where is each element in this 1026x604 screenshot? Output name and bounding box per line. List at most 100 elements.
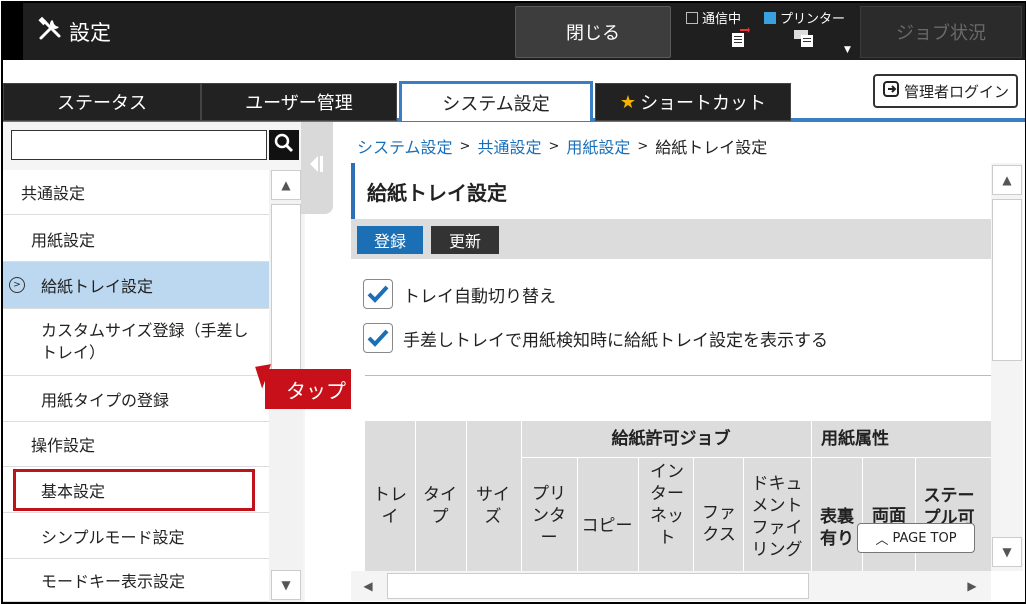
printer-indicator xyxy=(764,11,776,24)
printer-job-icon xyxy=(794,27,816,53)
checkbox-auto-tray-switch[interactable] xyxy=(363,279,393,309)
sidebar-scroll-thumb[interactable] xyxy=(271,204,301,370)
col-type: タイプ xyxy=(423,485,457,527)
content-vertical-scrollbar[interactable]: ▲ ▼ xyxy=(991,163,1023,571)
header-rule xyxy=(693,457,694,571)
col-front-back: 表裏有り xyxy=(820,507,854,549)
tab-system-settings[interactable]: システム設定 xyxy=(399,81,593,121)
menu-item-label: モードキー表示設定 xyxy=(41,572,186,591)
page-top-button[interactable]: ︿ PAGE TOP xyxy=(857,523,975,553)
breadcrumb-current: 給紙トレイ設定 xyxy=(655,138,768,157)
option-label: 手差しトレイで用紙検知時に給紙トレイ設定を表示する xyxy=(403,330,828,351)
status-comm: 通信中 xyxy=(686,8,741,27)
window: 設定 閉じる 通信中 プリンター ▼ ジョブ状況 ステータス ユーザー管理 シス… xyxy=(1,1,1026,604)
menu-item-label: 操作設定 xyxy=(31,436,96,455)
divider xyxy=(365,375,991,376)
header-rule xyxy=(521,421,522,571)
search-button[interactable] xyxy=(269,130,299,160)
menu-item-mode-key-display[interactable]: モードキー表示設定 xyxy=(3,559,269,602)
breadcrumb-separator: > xyxy=(459,138,471,154)
register-button[interactable]: 登録 xyxy=(357,226,423,254)
page-top-label: PAGE TOP xyxy=(892,530,957,546)
breadcrumb-separator: > xyxy=(637,138,649,154)
chevron-down-icon[interactable]: ▼ xyxy=(844,45,851,55)
scroll-right-button[interactable]: ▶ xyxy=(957,571,987,601)
collapse-panel-button[interactable] xyxy=(301,122,333,214)
menu-item-label: 給紙トレイ設定 xyxy=(41,277,154,296)
search-input[interactable] xyxy=(11,130,267,160)
status-comm-label: 通信中 xyxy=(702,12,742,27)
header-rule xyxy=(415,421,416,571)
scroll-down-button[interactable]: ▼ xyxy=(271,570,301,600)
comm-indicator xyxy=(686,11,698,24)
settings-menu: 共通設定 用紙設定 > 給紙トレイ設定 カスタムサイズ登録（手差しトレイ） 用紙… xyxy=(3,170,269,602)
option-auto-tray-switch[interactable]: トレイ自動切り替え xyxy=(363,279,556,309)
header-allowed-jobs: 給紙許可ジョブ xyxy=(611,429,731,449)
check-icon xyxy=(367,285,389,303)
fax-send-icon xyxy=(730,27,750,53)
close-button[interactable]: 閉じる xyxy=(515,6,671,58)
menu-item-simple-mode[interactable]: シンプルモード設定 xyxy=(3,513,269,559)
top-bar: 設定 閉じる 通信中 プリンター ▼ ジョブ状況 xyxy=(3,3,1025,60)
tab-user-management[interactable]: ユーザー管理 xyxy=(201,83,397,121)
login-icon xyxy=(882,80,904,102)
content-scroll-down-button[interactable]: ▼ xyxy=(992,537,1022,567)
page-title: 給紙トレイ設定 xyxy=(351,163,991,219)
menu-item-paper-type[interactable]: 用紙タイプの登録 xyxy=(3,376,269,422)
col-doc-filing: ドキュメントファイリング xyxy=(751,474,803,560)
action-bar: 登録 更新 xyxy=(351,219,991,259)
horizontal-scroll-thumb[interactable] xyxy=(387,573,809,599)
check-icon xyxy=(367,329,389,347)
col-internet: インターネット xyxy=(650,462,684,548)
header-paper-attr: 用紙属性 xyxy=(821,429,889,449)
settings-tools-icon xyxy=(37,16,69,47)
breadcrumb-separator: > xyxy=(548,138,560,154)
content-scroll-up-button[interactable]: ▲ xyxy=(992,165,1022,195)
breadcrumb-system-settings[interactable]: システム設定 xyxy=(357,134,453,158)
menu-item-label: 用紙設定 xyxy=(31,230,96,250)
content-scroll-thumb[interactable] xyxy=(992,199,1022,361)
header-rule xyxy=(743,457,744,571)
app-title-text: 設定 xyxy=(69,20,111,45)
job-status-button[interactable]: ジョブ状況 xyxy=(860,6,1022,58)
tab-status[interactable]: ステータス xyxy=(3,83,201,121)
menu-item-label: カスタムサイズ登録（手差しトレイ） xyxy=(41,321,249,362)
menu-item-operation-settings[interactable]: 操作設定 xyxy=(3,422,269,467)
chevron-up-icon: ︿ xyxy=(875,532,889,548)
top-bar-edge xyxy=(3,3,23,60)
star-icon: ★ xyxy=(619,91,637,113)
app-title: 設定 xyxy=(37,16,111,47)
main-content: 給紙トレイ設定 登録 更新 トレイ自動切り替え 手差しトレイで用紙検知時に給紙ト… xyxy=(351,163,991,571)
col-size: サイズ xyxy=(476,485,510,527)
checkbox-show-tray-on-bypass[interactable] xyxy=(363,323,393,353)
breadcrumb-paper-settings[interactable]: 用紙設定 xyxy=(566,134,630,158)
header-rule xyxy=(811,421,812,571)
breadcrumb-common-settings[interactable]: 共通設定 xyxy=(477,134,541,158)
header-rule xyxy=(521,457,991,458)
highlight-box xyxy=(13,469,255,511)
header-rule xyxy=(466,421,467,571)
admin-login-label: 管理者ログイン xyxy=(903,82,1009,101)
header-rule xyxy=(862,457,863,571)
status-area[interactable]: 通信中 プリンター ▼ xyxy=(686,7,854,57)
content-horizontal-scrollbar[interactable]: ◀ ▶ xyxy=(351,571,991,601)
update-button[interactable]: 更新 xyxy=(431,226,499,254)
tab-shortcut-label: ショートカット xyxy=(640,93,767,114)
option-show-tray-on-bypass[interactable]: 手差しトレイで用紙検知時に給紙トレイ設定を表示する xyxy=(363,323,828,353)
collapse-left-icon xyxy=(310,156,324,176)
menu-item-custom-size[interactable]: カスタムサイズ登録（手差しトレイ） xyxy=(3,309,269,376)
tab-shortcut[interactable]: ★ ショートカット xyxy=(595,83,791,121)
menu-item-paper-tray-settings[interactable]: > 給紙トレイ設定 xyxy=(3,262,269,309)
chevron-right-icon: > xyxy=(9,277,25,293)
search-icon xyxy=(274,133,294,157)
scroll-left-button[interactable]: ◀ xyxy=(353,571,383,601)
col-tray: トレイ xyxy=(373,485,407,527)
menu-item-paper-settings[interactable]: 用紙設定 xyxy=(3,216,269,262)
header-rule xyxy=(638,457,639,571)
menu-item-common-settings[interactable]: 共通設定 xyxy=(3,170,269,215)
scroll-up-button[interactable]: ▲ xyxy=(271,170,301,200)
admin-login-button[interactable]: 管理者ログイン xyxy=(873,74,1018,108)
menu-item-label: シンプルモード設定 xyxy=(41,527,185,547)
status-printer-label: プリンター xyxy=(780,12,846,27)
col-copy: コピー xyxy=(581,516,633,536)
